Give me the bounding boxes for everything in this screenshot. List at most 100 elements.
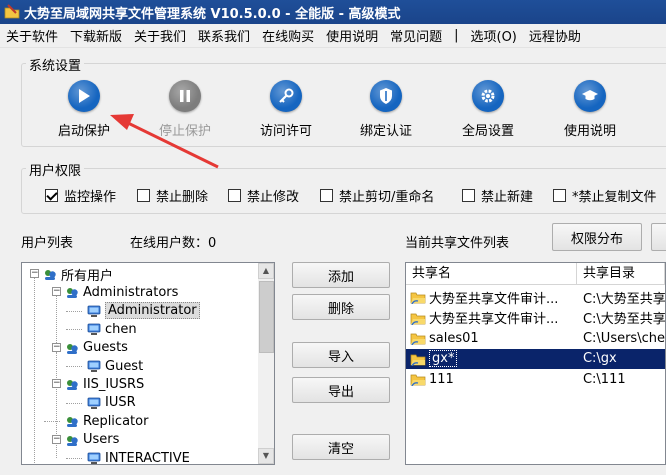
table-row[interactable]: gx* C:\gx bbox=[406, 348, 665, 369]
tree-item-label: Replicator bbox=[83, 413, 149, 429]
tree-item[interactable]: Guests bbox=[65, 339, 128, 357]
menu-item[interactable]: 关于软件 bbox=[0, 26, 64, 45]
online-users-label: 在线用户数：0 bbox=[130, 236, 217, 251]
clear-button[interactable]: 清空 bbox=[292, 434, 390, 460]
tree-item-label: Users bbox=[83, 432, 120, 448]
permission-distribution-button[interactable]: 权限分布 bbox=[552, 223, 642, 251]
import-button[interactable]: 导入 bbox=[292, 342, 390, 368]
tree-item-label: 所有用户 bbox=[61, 268, 114, 284]
table-row[interactable]: sales01 C:\Users\che bbox=[406, 328, 665, 348]
checkbox-label: 禁止剪切/重命名 bbox=[339, 190, 435, 205]
share-name-text: 大势至共享文件审计... bbox=[429, 291, 559, 307]
tree-item[interactable]: Guest bbox=[87, 357, 143, 375]
tree-expander-icon[interactable]: − bbox=[30, 269, 39, 278]
user-group-icon bbox=[43, 267, 61, 281]
tree-item-label: IIS_IUSRS bbox=[83, 376, 145, 392]
user-group-icon bbox=[65, 377, 83, 391]
table-row[interactable]: 大势至共享文件审计... C:\大势至共享 bbox=[406, 308, 665, 328]
tree-item[interactable]: IUSR bbox=[87, 394, 136, 412]
export-button[interactable]: 导出 bbox=[292, 377, 390, 403]
menu-item[interactable]: 选项(O) bbox=[465, 26, 523, 45]
tree-item-label: Guest bbox=[105, 358, 144, 374]
toolbar-button-label: 绑定认证 bbox=[359, 124, 412, 139]
menu-item[interactable]: 关于我们 bbox=[128, 26, 192, 45]
checkbox-box[interactable] bbox=[45, 189, 58, 202]
tree-item[interactable]: INTERACTIVE bbox=[87, 449, 190, 464]
table-row[interactable]: 111 C:\111 bbox=[406, 369, 665, 389]
toolbar-button[interactable]: 访问许可 bbox=[241, 80, 331, 139]
share-name-text: gx* bbox=[429, 350, 458, 367]
share-name-text: 111 bbox=[429, 371, 454, 387]
menu-item[interactable]: 常见问题 bbox=[384, 26, 448, 45]
table-row[interactable]: 大势至共享文件审计... C:\大势至共享 bbox=[406, 287, 665, 307]
shared-folder-icon bbox=[410, 290, 429, 304]
scroll-down-icon[interactable]: ▼ bbox=[258, 448, 274, 464]
tree-expander-icon[interactable]: − bbox=[52, 287, 61, 297]
toolbar-button[interactable]: 全局设置 bbox=[443, 80, 533, 139]
share-list-label: 当前共享文件列表 bbox=[405, 236, 510, 251]
share-name-cell: 大势至共享文件审计... bbox=[406, 308, 577, 327]
tree-item[interactable]: chen bbox=[87, 320, 137, 338]
user-tree[interactable]: ▲ ▼ − 所有用户 − Administrators Administrator che… bbox=[21, 262, 275, 465]
menu-item[interactable]: 联系我们 bbox=[192, 26, 256, 45]
toolbar-button[interactable]: 使用说明 bbox=[545, 80, 635, 139]
tree-item[interactable]: IIS_IUSRS bbox=[65, 375, 144, 393]
tree-connector bbox=[44, 421, 60, 423]
shield-icon bbox=[370, 80, 402, 112]
user-list-label: 用户列表 bbox=[21, 236, 74, 251]
menu-item[interactable]: 远程协助 bbox=[523, 26, 587, 45]
menu-item[interactable]: 使用说明 bbox=[320, 26, 384, 45]
share-list[interactable]: 共享名 共享目录 大势至共享文件审计... C:\大势至共享 大势至共享文件审计..… bbox=[405, 262, 666, 465]
tree-connector bbox=[66, 310, 82, 312]
checkbox-box[interactable] bbox=[462, 189, 475, 202]
delete-button[interactable]: 删除 bbox=[292, 294, 390, 320]
graduation-cap-icon bbox=[574, 80, 606, 112]
checkbox-label: *禁止复制文件 bbox=[572, 190, 657, 205]
tree-item[interactable]: Replicator bbox=[65, 412, 148, 430]
tree-item[interactable]: Administrators bbox=[65, 283, 178, 301]
share-path-cell: C:\Users\che bbox=[582, 330, 665, 346]
menu-item[interactable]: 下载新版 bbox=[64, 26, 128, 45]
checkbox-box[interactable] bbox=[320, 189, 333, 202]
toolbar-button-label: 访问许可 bbox=[259, 124, 312, 139]
share-name-text: sales01 bbox=[429, 330, 479, 346]
tree-item-label: Administrators bbox=[83, 284, 179, 300]
checkbox-label: 禁止删除 bbox=[156, 190, 209, 205]
extra-button[interactable] bbox=[651, 223, 666, 251]
user-computer-icon bbox=[87, 451, 105, 464]
column-share-name[interactable]: 共享名 bbox=[406, 263, 577, 285]
tree-expander-icon[interactable]: − bbox=[52, 434, 61, 444]
checkbox-box[interactable] bbox=[553, 189, 566, 202]
tree-item-label: Administrator bbox=[105, 302, 200, 320]
tree-item[interactable]: Administrator bbox=[87, 302, 200, 320]
permission-checkbox[interactable]: 监控操作 bbox=[45, 186, 116, 205]
toolbar-button[interactable]: 绑定认证 bbox=[341, 80, 431, 139]
column-share-path[interactable]: 共享目录 bbox=[577, 263, 665, 285]
title-bar: 大势至局域网共享文件管理系统 V10.5.0.0 - 全能版 - 高级模式 bbox=[0, 0, 666, 24]
permission-checkbox[interactable]: 禁止新建 bbox=[462, 186, 533, 205]
share-name-cell: 大势至共享文件审计... bbox=[406, 288, 577, 307]
tree-item-label: IUSR bbox=[105, 395, 136, 411]
scroll-thumb[interactable] bbox=[259, 281, 274, 353]
add-button[interactable]: 添加 bbox=[292, 262, 390, 288]
tree-item[interactable]: 所有用户 bbox=[43, 265, 114, 284]
permission-checkbox[interactable]: *禁止复制文件 bbox=[553, 186, 657, 205]
toolbar-button[interactable]: 停止保护 bbox=[140, 80, 230, 139]
checkbox-box[interactable] bbox=[228, 189, 241, 202]
toolbar-button-label: 停止保护 bbox=[158, 124, 211, 139]
scroll-up-icon[interactable]: ▲ bbox=[258, 263, 274, 279]
permission-checkbox[interactable]: 禁止修改 bbox=[228, 186, 299, 205]
tree-connector bbox=[34, 275, 35, 464]
tree-connector bbox=[66, 458, 82, 459]
permission-checkbox[interactable]: 禁止剪切/重命名 bbox=[320, 186, 434, 205]
tree-item[interactable]: Users bbox=[65, 431, 119, 449]
checkbox-box[interactable] bbox=[137, 189, 150, 202]
tree-expander-icon[interactable]: − bbox=[52, 342, 61, 352]
tree-scrollbar[interactable]: ▲ ▼ bbox=[258, 263, 274, 464]
user-computer-icon bbox=[87, 322, 105, 336]
toolbar-button[interactable]: 启动保护 bbox=[39, 80, 129, 139]
tree-expander-icon[interactable]: − bbox=[52, 379, 61, 389]
permission-checkbox[interactable]: 禁止删除 bbox=[137, 186, 208, 205]
key-icon bbox=[270, 80, 302, 112]
menu-item[interactable]: 在线购买 bbox=[256, 26, 320, 45]
